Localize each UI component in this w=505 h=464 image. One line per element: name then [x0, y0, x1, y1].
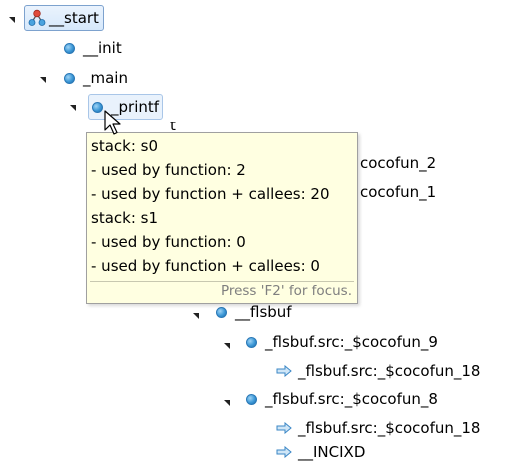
- expand-toggle-icon[interactable]: [193, 313, 199, 319]
- tooltip-line: - used by function + callees: 20: [91, 185, 330, 203]
- tree-node-cocofun-2[interactable]: cocofun_2: [360, 151, 436, 175]
- tree-node-label: __init: [83, 39, 122, 57]
- tree-node-flsbuf-8[interactable]: _flsbuf.src:_$cocofun_8: [246, 387, 438, 411]
- tree-node-main[interactable]: _main: [64, 66, 128, 90]
- tree-node-label: __INCIXD: [298, 443, 366, 461]
- tree-node-label: _flsbuf.src:_$cocofun_9: [265, 333, 438, 351]
- tooltip-line: - used by function: 2: [91, 161, 246, 179]
- root-node-icon: [28, 9, 46, 26]
- tooltip-focus-hint: Press 'F2' for focus.: [220, 283, 352, 299]
- function-node-icon: [92, 101, 103, 113]
- expand-toggle-icon[interactable]: [224, 400, 230, 406]
- function-node-icon: [216, 306, 227, 318]
- tree-node-label: cocofun_1: [360, 183, 437, 201]
- reference-arrow-icon: [276, 365, 292, 377]
- expand-toggle-icon[interactable]: [224, 343, 230, 349]
- tree-node-flsbuf-18-a[interactable]: _flsbuf.src:_$cocofun_18: [276, 359, 480, 383]
- function-node-icon: [64, 42, 75, 54]
- mouse-cursor-icon: [104, 110, 121, 135]
- tree-node-label: _main: [83, 69, 128, 87]
- tooltip-line: stack: s1: [91, 209, 159, 227]
- tree-node-incixd[interactable]: __INCIXD: [276, 440, 365, 464]
- tree-node-label: __start: [49, 9, 99, 27]
- tree-node-label: _flsbuf.src:_$cocofun_18: [298, 362, 481, 380]
- tooltip-line: - used by function: 0: [91, 233, 246, 251]
- tree-node-cocofun-1[interactable]: cocofun_1: [360, 180, 436, 204]
- tree-node-label: __flsbuf: [235, 303, 292, 321]
- tooltip-line: - used by function + callees: 0: [91, 257, 320, 275]
- tree-node-init[interactable]: __init: [64, 36, 122, 60]
- tree-node-flsbuf-18-b[interactable]: _flsbuf.src:_$cocofun_18: [276, 416, 480, 440]
- reference-arrow-icon: [276, 446, 292, 458]
- stack-usage-tooltip: stack: s0 - used by function: 2 - used b…: [86, 132, 358, 304]
- expand-toggle-icon[interactable]: [40, 77, 46, 83]
- tree-node-label: _flsbuf.src:_$cocofun_8: [265, 390, 438, 408]
- tree-node-start[interactable]: __start: [24, 5, 104, 31]
- reference-arrow-icon: [276, 422, 292, 434]
- expand-toggle-icon[interactable]: [9, 17, 15, 23]
- function-node-icon: [64, 72, 75, 84]
- tree-node-label: _flsbuf.src:_$cocofun_18: [298, 419, 481, 437]
- tooltip-line: stack: s0: [91, 137, 159, 155]
- expand-toggle-icon[interactable]: [70, 105, 76, 111]
- tooltip-divider: [90, 281, 354, 282]
- tree-node-flsbuf-9[interactable]: _flsbuf.src:_$cocofun_9: [246, 330, 438, 354]
- function-node-icon: [246, 336, 257, 348]
- tree-node-printf[interactable]: _printf: [88, 94, 164, 120]
- tree-node-label: cocofun_2: [360, 154, 437, 172]
- function-node-icon: [246, 393, 257, 405]
